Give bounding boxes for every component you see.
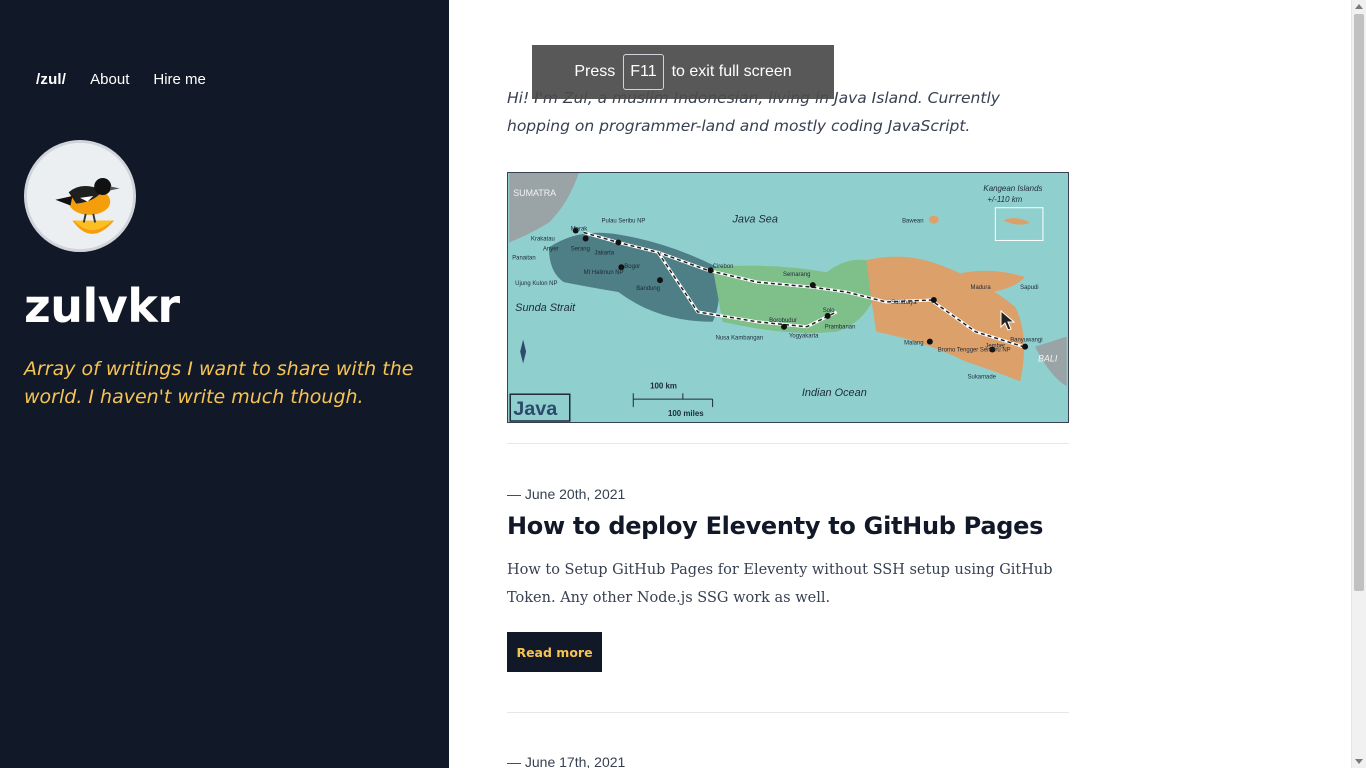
java-map-drawing: SUMATRA Java Sea Kangean Islands +/-110 … xyxy=(509,173,1067,422)
map-label-banyuwangi: Banyuwangi xyxy=(1010,338,1042,344)
map-label-java-sea: Java Sea xyxy=(731,214,777,226)
map-label-bandung: Bandung xyxy=(636,286,660,292)
site-tagline: Array of writings I want to share with t… xyxy=(24,358,414,408)
map-label-prambanan: Prambanan xyxy=(825,325,856,331)
map-label-sapudi: Sapudi xyxy=(1020,285,1039,291)
post-date: — June 20th, 2021 xyxy=(507,486,626,502)
map-label-yogyakarta: Yogyakarta xyxy=(789,334,819,340)
map-label-anyer: Anyer xyxy=(543,246,559,252)
map-label-nusa-kambangan: Nusa Kambangan xyxy=(716,336,764,342)
divider xyxy=(507,712,1069,713)
map-label-panaitan: Panaitan xyxy=(512,255,535,261)
map-label-madura: Madura xyxy=(971,285,992,291)
map-label-bawean: Bawean xyxy=(902,219,923,225)
map-label-indian-ocean: Indian Ocean xyxy=(802,387,867,399)
fullscreen-toast: Press F11 to exit full screen xyxy=(532,45,834,99)
post-date: — June 17th, 2021 xyxy=(507,754,626,768)
map-label-malang: Malang xyxy=(904,341,923,347)
page-scrollbar[interactable] xyxy=(1351,0,1366,768)
main-content: Hi! I'm Zul, a muslim Indonesian, living… xyxy=(449,0,1351,768)
map-scale-km: 100 km xyxy=(650,381,677,390)
brand-link[interactable]: /zul/ xyxy=(36,71,66,88)
map-label-kangean: Kangean Islands xyxy=(983,184,1042,193)
post-title[interactable]: How to deploy Eleventy to GitHub Pages xyxy=(507,512,1043,540)
map-label-surabaya: Surabaya xyxy=(891,300,917,306)
divider xyxy=(507,443,1069,444)
read-more-button[interactable]: Read more xyxy=(507,632,602,672)
scrollbar-thumb[interactable] xyxy=(1354,14,1364,591)
avatar xyxy=(24,140,136,252)
post-excerpt: How to Setup GitHub Pages for Eleventy w… xyxy=(507,562,1053,606)
toast-press-label: Press xyxy=(574,63,616,80)
toast-key-badge: F11 xyxy=(623,54,664,90)
map-label-mt-halimun: Mt Halimun NP xyxy=(584,270,624,276)
map-label-serang: Serang xyxy=(571,246,590,252)
site-title: zulvkr xyxy=(24,279,180,333)
map-label-sukamade: Sukamade xyxy=(968,374,997,380)
map-label-sumatra: SUMATRA xyxy=(513,188,556,198)
map-label-bromo: Bromo Tengger Semeru NP xyxy=(938,348,1011,354)
map-label-cirebon: Cirebon xyxy=(713,264,734,270)
map-scale-miles: 100 miles xyxy=(668,409,704,418)
map-title-java: Java xyxy=(513,398,558,420)
map-label-bogor: Bogor xyxy=(624,264,640,270)
scroll-down-arrow-icon[interactable] xyxy=(1355,759,1363,764)
map-label-pulau-seribu: Pulau Seribu NP xyxy=(601,219,645,225)
map-label-krakatau: Krakatau xyxy=(531,236,555,242)
sidebar: /zul/ About Hire me zulvkr Array of writ… xyxy=(0,0,449,768)
top-nav: /zul/ About Hire me xyxy=(36,71,206,88)
map-label-borobudur: Borobudur xyxy=(769,318,797,324)
map-label-sunda-strait: Sunda Strait xyxy=(515,302,576,314)
map-label-semarang: Semarang xyxy=(783,272,810,278)
map-label-merak: Merak xyxy=(571,227,588,233)
oriole-bird-image xyxy=(27,143,133,249)
map-label-bali: BALI xyxy=(1038,353,1058,363)
java-map-image: SUMATRA Java Sea Kangean Islands +/-110 … xyxy=(507,172,1069,423)
nav-about-link[interactable]: About xyxy=(90,71,129,88)
map-label-jakarta: Jakarta xyxy=(595,250,615,256)
map-label-solo: Solo xyxy=(823,308,836,314)
mouse-cursor-icon xyxy=(1000,310,1016,331)
scroll-up-arrow-icon[interactable] xyxy=(1355,4,1363,9)
map-label-kangean-dist: +/-110 km xyxy=(987,195,1022,204)
map-label-ujung-kulon: Ujung Kulon NP xyxy=(515,281,557,287)
nav-hire-link[interactable]: Hire me xyxy=(153,71,206,88)
toast-rest-label: to exit full screen xyxy=(671,63,792,80)
